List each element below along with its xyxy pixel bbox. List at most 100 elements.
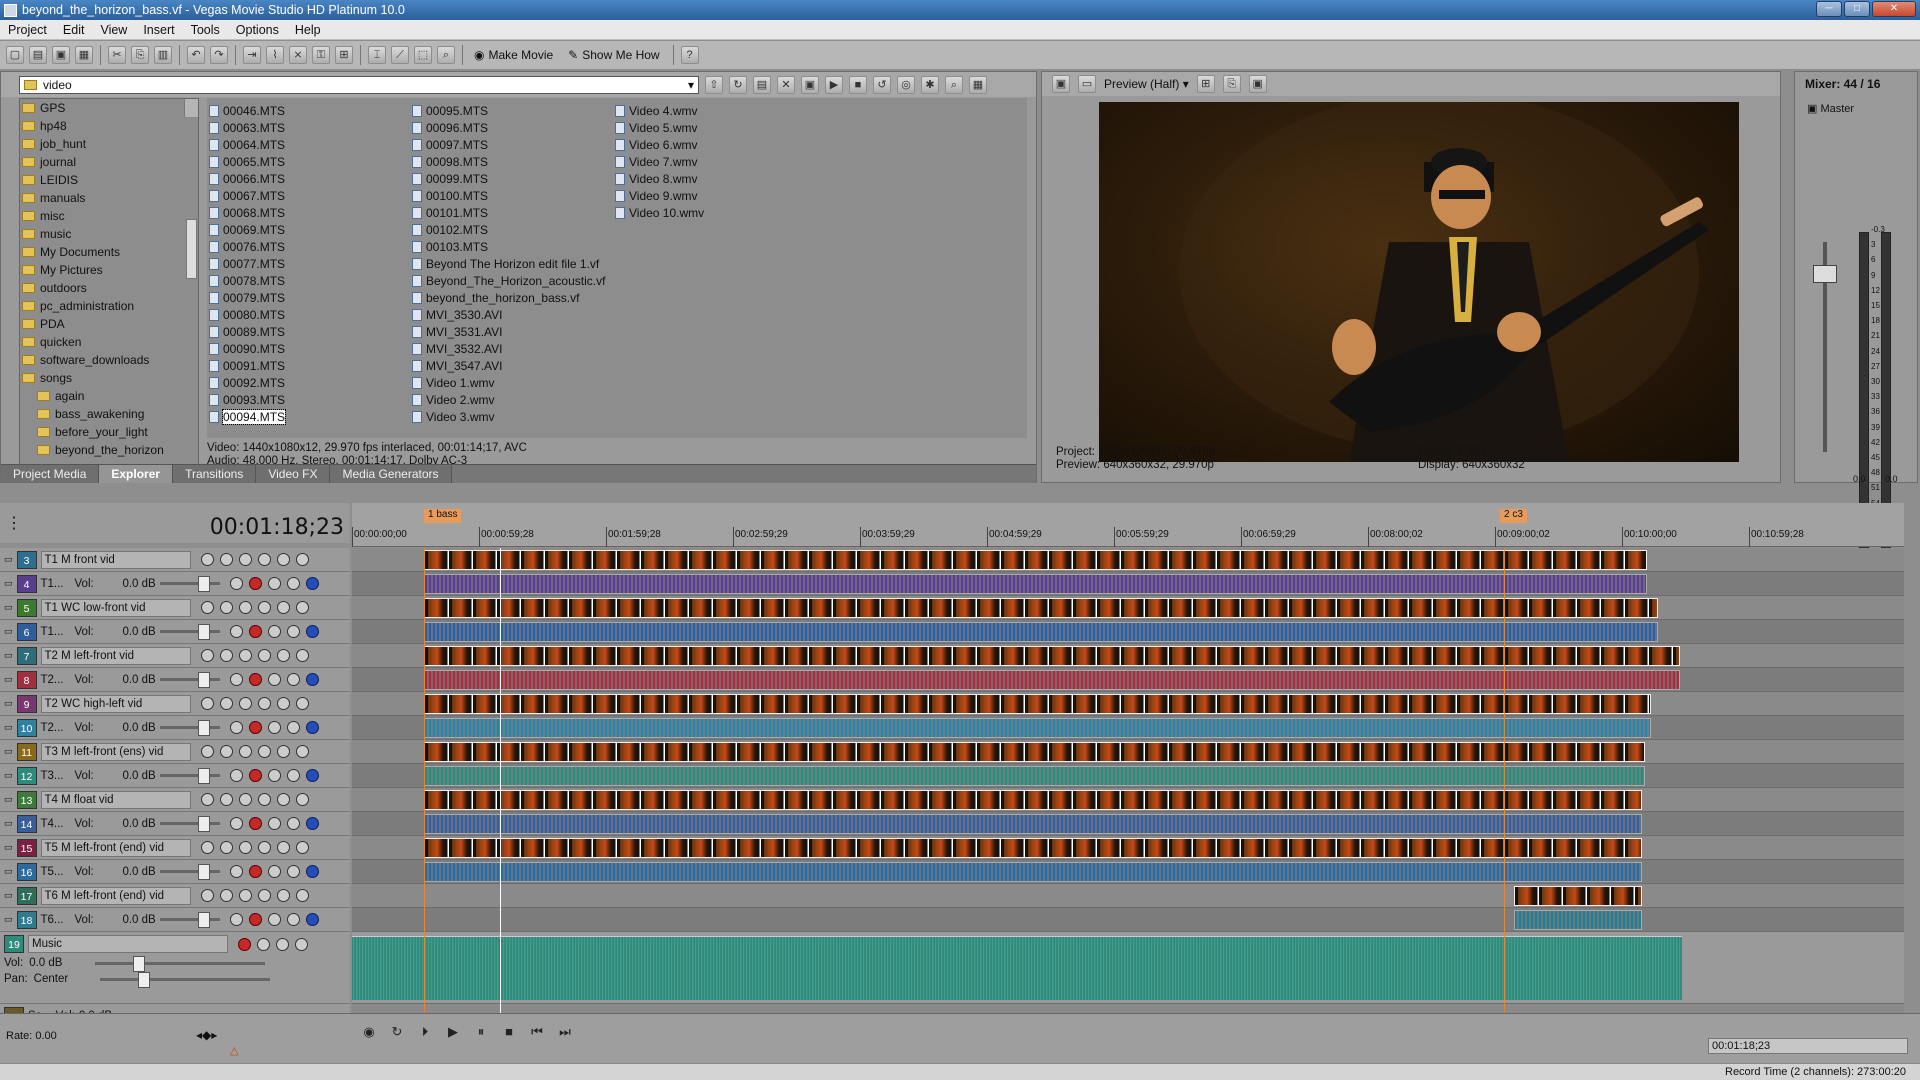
tab-explorer[interactable]: Explorer bbox=[99, 465, 174, 483]
solo-icon[interactable] bbox=[295, 841, 309, 854]
track-name[interactable]: T2... bbox=[41, 674, 71, 686]
tree-item[interactable]: quicken bbox=[20, 333, 198, 351]
track-expand-icon[interactable]: ▭ bbox=[4, 674, 13, 685]
tree-item[interactable]: My Pictures bbox=[20, 261, 198, 279]
file-item[interactable]: 00095.MTS bbox=[412, 102, 612, 119]
pan-slider[interactable] bbox=[99, 971, 270, 988]
track-name[interactable]: T1... bbox=[41, 626, 71, 638]
track-expand-icon[interactable]: ▭ bbox=[4, 914, 13, 925]
video-clip[interactable] bbox=[424, 838, 1642, 858]
volume-slider[interactable] bbox=[159, 720, 220, 736]
start-preview-icon[interactable]: ▶ bbox=[825, 75, 843, 94]
tab-project-media[interactable]: Project Media bbox=[1, 465, 100, 483]
track-name[interactable]: T2... bbox=[41, 722, 71, 734]
mute-icon[interactable] bbox=[276, 649, 290, 662]
mute-icon[interactable] bbox=[276, 889, 290, 902]
loop-icon[interactable]: ↻ bbox=[388, 1024, 406, 1042]
phase-icon[interactable] bbox=[267, 769, 281, 782]
track-name[interactable]: T4 M float vid bbox=[40, 790, 191, 809]
go-to-start-icon[interactable]: ⏮ bbox=[528, 1024, 546, 1042]
volume-slider[interactable] bbox=[159, 816, 220, 832]
tree-item[interactable]: beyond_the_horizon bbox=[20, 441, 198, 459]
file-item[interactable]: 00091.MTS bbox=[209, 357, 409, 374]
phase-icon[interactable] bbox=[267, 913, 281, 926]
menu-help[interactable]: Help bbox=[287, 23, 329, 37]
track-expand-icon[interactable]: ▭ bbox=[4, 746, 13, 757]
arm-record-icon[interactable] bbox=[248, 817, 262, 830]
file-item[interactable]: Video 7.wmv bbox=[615, 153, 815, 170]
file-item[interactable]: MVI_3531.AVI bbox=[412, 323, 612, 340]
mute-icon[interactable] bbox=[286, 817, 300, 830]
arm-record-icon[interactable] bbox=[248, 577, 262, 590]
file-item[interactable]: Video 5.wmv bbox=[615, 119, 815, 136]
master-fader[interactable] bbox=[1813, 265, 1837, 283]
tree-item[interactable]: again bbox=[20, 387, 198, 405]
phase-icon[interactable] bbox=[267, 721, 281, 734]
tree-item[interactable]: outdoors bbox=[20, 279, 198, 297]
file-item[interactable]: 00098.MTS bbox=[412, 153, 612, 170]
stop-preview-icon[interactable]: ■ bbox=[849, 75, 867, 94]
mute-icon[interactable] bbox=[286, 625, 300, 638]
solo-icon[interactable] bbox=[305, 673, 319, 686]
redo-icon[interactable]: ↷ bbox=[210, 46, 228, 64]
search-media-icon[interactable]: ⌕ bbox=[945, 75, 963, 94]
file-item[interactable]: Beyond_The_Horizon_acoustic.vf bbox=[412, 272, 612, 289]
tree-item[interactable]: manuals bbox=[20, 189, 198, 207]
arm-record-icon[interactable] bbox=[248, 865, 262, 878]
tab-video-fx[interactable]: Video FX bbox=[256, 465, 331, 483]
menu-edit[interactable]: Edit bbox=[55, 23, 93, 37]
file-item[interactable]: 00078.MTS bbox=[209, 272, 409, 289]
save-snapshot-icon[interactable]: ▣ bbox=[1248, 75, 1267, 93]
file-item[interactable]: 00096.MTS bbox=[412, 119, 612, 136]
file-item[interactable]: 00092.MTS bbox=[209, 374, 409, 391]
track-expand-icon[interactable]: ▭ bbox=[4, 890, 13, 901]
zoom-tool-icon[interactable]: ⌕ bbox=[437, 46, 455, 64]
volume-slider[interactable] bbox=[159, 912, 220, 928]
track-fx-icon[interactable] bbox=[200, 601, 214, 614]
track-header[interactable]: 20So...Vol:0.0 dB bbox=[0, 1004, 350, 1013]
track-fx-icon[interactable] bbox=[229, 721, 243, 734]
cut-icon[interactable]: ✂ bbox=[108, 46, 126, 64]
tree-item[interactable]: software_downloads bbox=[20, 351, 198, 369]
tree-item[interactable]: hp48 bbox=[20, 117, 198, 135]
track-fx-icon[interactable] bbox=[200, 553, 214, 566]
solo-icon[interactable] bbox=[295, 889, 309, 902]
arm-record-icon[interactable] bbox=[238, 937, 251, 951]
phase-icon[interactable] bbox=[267, 577, 281, 590]
phase-icon[interactable] bbox=[267, 865, 281, 878]
parent-track-icon[interactable] bbox=[238, 601, 252, 614]
arm-record-icon[interactable] bbox=[248, 769, 262, 782]
audio-clip[interactable] bbox=[424, 862, 1642, 882]
save-icon[interactable]: ▣ bbox=[52, 46, 70, 64]
file-item[interactable]: Beyond The Horizon edit file 1.vf bbox=[412, 255, 612, 272]
motion-icon[interactable] bbox=[257, 841, 271, 854]
audio-clip[interactable] bbox=[424, 670, 1680, 690]
track-expand-icon[interactable]: ▭ bbox=[4, 578, 13, 589]
ignore-grouping-icon[interactable]: ⊞ bbox=[335, 46, 353, 64]
file-item[interactable]: 00093.MTS bbox=[209, 391, 409, 408]
track-name[interactable]: T2 WC high-left vid bbox=[40, 694, 191, 713]
file-item[interactable]: MVI_3532.AVI bbox=[412, 340, 612, 357]
refresh-icon[interactable]: ↻ bbox=[729, 75, 747, 94]
delete-icon[interactable]: ✕ bbox=[777, 75, 795, 94]
mute-icon[interactable] bbox=[276, 745, 290, 758]
track-header-music[interactable]: 19 Music Vol: 0.0 dB Pan: Center bbox=[0, 932, 350, 1004]
track-expand-icon[interactable]: ▭ bbox=[4, 554, 13, 565]
close-button[interactable]: ✕ bbox=[1872, 1, 1916, 17]
tree-item[interactable]: GPS bbox=[20, 99, 198, 117]
track-name[interactable]: T2 M left-front vid bbox=[40, 646, 191, 665]
file-item[interactable]: 00076.MTS bbox=[209, 238, 409, 255]
track-header[interactable]: ▭ 10 T2... Vol: 0.0 dB bbox=[0, 716, 350, 740]
pause-icon[interactable]: ⏸ bbox=[472, 1024, 490, 1042]
mute-icon[interactable] bbox=[276, 553, 290, 566]
play-icon[interactable]: ▶ bbox=[444, 1024, 462, 1042]
track-name[interactable]: T5 M left-front (end) vid bbox=[40, 838, 191, 857]
minimize-button[interactable]: ─ bbox=[1816, 1, 1842, 17]
volume-slider[interactable] bbox=[159, 672, 220, 688]
track-name[interactable]: T4... bbox=[41, 818, 71, 830]
audio-clip[interactable] bbox=[424, 766, 1645, 786]
parent-track-icon[interactable] bbox=[238, 745, 252, 758]
motion-icon[interactable] bbox=[257, 793, 271, 806]
track-header[interactable]: ▭ 18 T6... Vol: 0.0 dB bbox=[0, 908, 350, 932]
track-name[interactable]: T1 M front vid bbox=[40, 550, 191, 569]
